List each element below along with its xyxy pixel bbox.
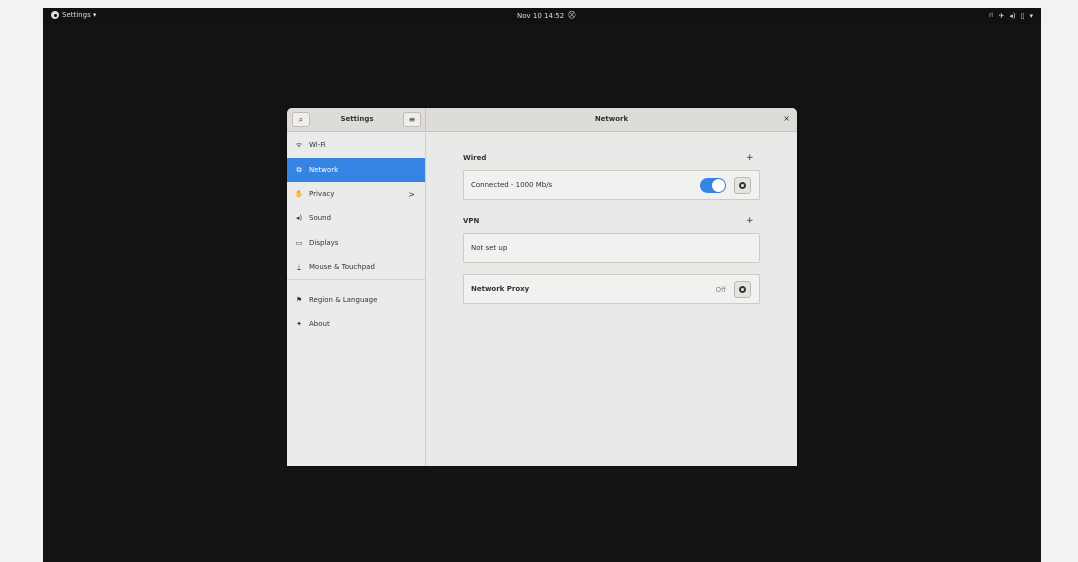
hamburger-icon: ≡ bbox=[408, 115, 416, 124]
system-tray[interactable]: ⛙ ✈ ◂) ▯ ▾ bbox=[989, 11, 1033, 20]
desktop: Settings ▾ Nov 10 14:52 ⛒ ⛙ ✈ ◂) ▯ ▾ ⌕ S… bbox=[43, 8, 1041, 562]
sidebar-item-label: Privacy bbox=[309, 190, 335, 198]
toggle-knob bbox=[712, 179, 725, 192]
wifi-icon: ᯤ bbox=[295, 140, 303, 149]
sidebar-item-displays[interactable]: ▭ Displays bbox=[287, 231, 425, 255]
proxy-settings-button[interactable] bbox=[734, 281, 751, 298]
mouse-icon: ⍊ bbox=[296, 262, 302, 271]
menu-button[interactable]: ≡ bbox=[403, 112, 421, 127]
page-title: Network bbox=[594, 115, 629, 123]
sidebar: ᯤ Wi-Fi ⧉ Network ✋ Privacy > ◂) Sound ▭… bbox=[287, 133, 426, 466]
sidebar-divider bbox=[287, 279, 425, 280]
sidebar-item-label: Region & Language bbox=[309, 296, 378, 304]
proxy-status: Off bbox=[715, 285, 726, 294]
battery-icon: ▯ bbox=[1020, 11, 1025, 20]
sidebar-item-label: Mouse & Touchpad bbox=[309, 263, 375, 271]
search-icon: ⌕ bbox=[298, 114, 304, 124]
wired-settings-button[interactable] bbox=[734, 177, 751, 194]
proxy-controls: Off bbox=[716, 281, 751, 298]
network-proxy-row[interactable]: Network Proxy Off bbox=[463, 274, 760, 304]
sidebar-item-label: About bbox=[309, 320, 330, 328]
close-icon: × bbox=[783, 114, 790, 123]
dropdown-icon: ▾ bbox=[1029, 11, 1033, 20]
notification-off-icon: ⛒ bbox=[568, 11, 576, 19]
sidebar-item-network[interactable]: ⧉ Network bbox=[287, 158, 425, 182]
display-icon: ▭ bbox=[295, 239, 303, 247]
header-bar: ⌕ Settings ≡ Network × bbox=[287, 108, 797, 132]
network-panel: Wired + Connected - 1000 Mb/s VPN + Not … bbox=[427, 133, 797, 466]
sidebar-item-region-language[interactable]: ⚑ Region & Language bbox=[287, 288, 425, 312]
sidebar-item-label: Wi-Fi bbox=[309, 141, 326, 149]
vpn-status-label: Not set up bbox=[471, 244, 508, 252]
clock-label: Nov 10 14:52 bbox=[517, 11, 565, 20]
network-icon: ⧉ bbox=[296, 165, 302, 174]
gear-icon bbox=[739, 286, 746, 293]
search-button[interactable]: ⌕ bbox=[292, 112, 310, 127]
wired-controls bbox=[700, 177, 751, 194]
sidebar-item-label: Network bbox=[309, 166, 339, 174]
sidebar-item-sound[interactable]: ◂) Sound bbox=[287, 206, 425, 230]
sidebar-title: Settings bbox=[340, 115, 374, 123]
wired-connection-row[interactable]: Connected - 1000 Mb/s bbox=[463, 170, 760, 200]
airplane-icon: ✈ bbox=[998, 11, 1005, 20]
sidebar-item-label: Sound bbox=[309, 214, 332, 222]
clock[interactable]: Nov 10 14:52 ⛒ bbox=[517, 11, 575, 20]
wired-section-title: Wired bbox=[463, 154, 487, 162]
sidebar-item-mouse-touchpad[interactable]: ⍊ Mouse & Touchpad bbox=[287, 255, 425, 279]
network-proxy-label: Network Proxy bbox=[471, 285, 530, 293]
app-menu[interactable]: Settings ▾ bbox=[51, 11, 96, 19]
hand-icon: ✋ bbox=[294, 190, 304, 198]
add-vpn-button[interactable]: + bbox=[746, 216, 754, 226]
app-menu-label: Settings ▾ bbox=[62, 11, 97, 19]
add-wired-button[interactable]: + bbox=[746, 153, 754, 163]
sidebar-item-about[interactable]: ✦ About bbox=[287, 312, 425, 336]
wired-connection-label: Connected - 1000 Mb/s bbox=[471, 181, 553, 189]
speaker-icon: ◂) bbox=[295, 214, 303, 222]
close-button[interactable]: × bbox=[783, 115, 790, 123]
sidebar-header: ⌕ Settings ≡ bbox=[287, 108, 426, 132]
star-icon: ✦ bbox=[296, 320, 302, 328]
volume-icon: ◂) bbox=[1009, 11, 1016, 20]
gear-icon bbox=[51, 11, 59, 19]
settings-window: ⌕ Settings ≡ Network × ᯤ Wi-Fi ⧉ Network bbox=[287, 108, 797, 466]
chevron-right-icon: > bbox=[408, 189, 415, 199]
flag-icon: ⚑ bbox=[295, 296, 303, 304]
network-icon: ⛙ bbox=[988, 11, 994, 19]
vpn-section-title: VPN bbox=[463, 217, 480, 225]
sidebar-item-wifi[interactable]: ᯤ Wi-Fi bbox=[287, 133, 425, 157]
vpn-row: Not set up bbox=[463, 233, 760, 263]
sidebar-item-privacy[interactable]: ✋ Privacy > bbox=[287, 182, 425, 206]
wired-toggle[interactable] bbox=[700, 178, 726, 193]
gear-icon bbox=[739, 182, 746, 189]
sidebar-item-label: Displays bbox=[309, 239, 339, 247]
top-bar: Settings ▾ Nov 10 14:52 ⛒ ⛙ ✈ ◂) ▯ ▾ bbox=[43, 8, 1041, 24]
